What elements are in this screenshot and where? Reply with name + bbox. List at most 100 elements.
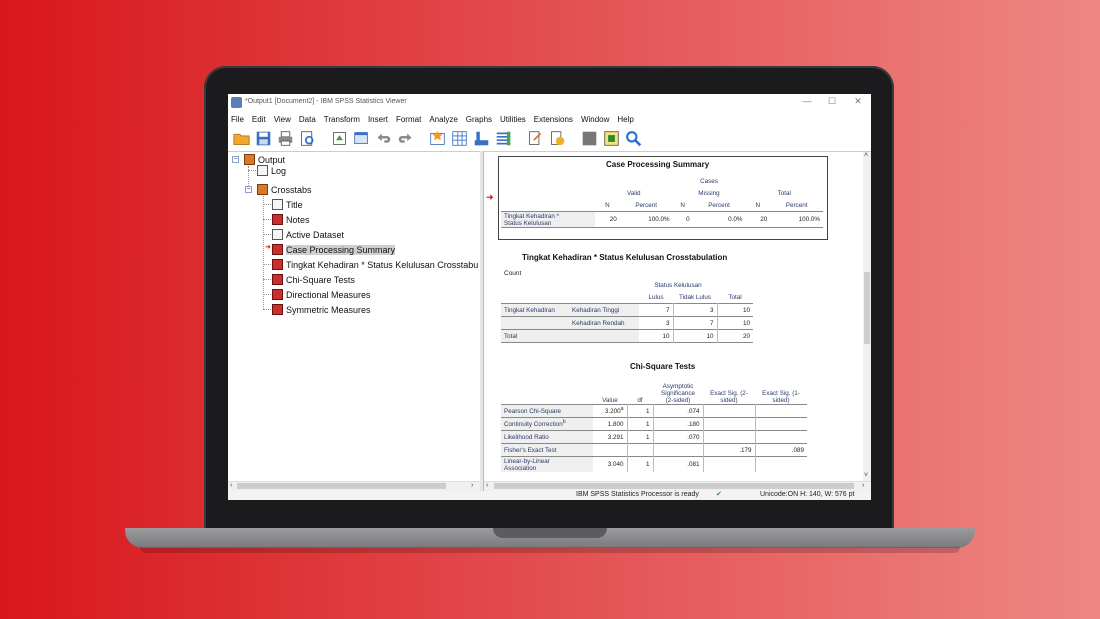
menu-utilities[interactable]: Utilities bbox=[497, 113, 531, 126]
close-button[interactable]: ✕ bbox=[851, 96, 865, 107]
menu-file[interactable]: File bbox=[228, 113, 249, 126]
tree-crosstabs[interactable]: Crosstabs bbox=[257, 184, 312, 195]
row-var-label: Tingkat Kehadiran bbox=[501, 303, 569, 317]
goto-data-icon[interactable] bbox=[428, 129, 446, 147]
group-missing: Missing bbox=[698, 189, 720, 197]
cell-tinggi-total: 10 bbox=[742, 306, 750, 314]
group-valid: Valid bbox=[627, 189, 641, 197]
crosstab-table: Status Kelulusan Lulus Tidak Lulus Total… bbox=[501, 279, 753, 343]
row-pearson: Pearson Chi-Square bbox=[501, 404, 593, 418]
tree-log[interactable]: Log bbox=[257, 165, 286, 176]
ready-check-icon: ✔ bbox=[716, 491, 722, 498]
tree-log-label: Log bbox=[271, 165, 287, 176]
tree-symmetric-measures[interactable]: Symmetric Measures bbox=[272, 304, 371, 315]
demote-icon[interactable] bbox=[548, 129, 566, 147]
tree-output-label: Output bbox=[258, 154, 286, 165]
case-processing-title: Case Processing Summary bbox=[606, 160, 710, 169]
menu-extensions[interactable]: Extensions bbox=[531, 113, 578, 126]
scroll-up-icon[interactable]: ˄ bbox=[864, 152, 868, 159]
variables-icon[interactable] bbox=[472, 129, 490, 147]
save-icon[interactable] bbox=[254, 129, 272, 147]
crosstabulation-icon bbox=[272, 259, 283, 270]
laptop-notch bbox=[493, 528, 607, 538]
tree-chi-square[interactable]: Chi-Square Tests bbox=[272, 274, 355, 285]
content-scroll-left-icon[interactable]: ‹ bbox=[486, 482, 488, 489]
pearson-ex1 bbox=[755, 405, 807, 418]
cell-rendah-lulus: 3 bbox=[639, 316, 674, 330]
linear-value: 3.040 bbox=[593, 456, 628, 472]
maximize-button[interactable]: ☐ bbox=[825, 96, 839, 107]
cps-row-label-2: Status Kelulusan bbox=[504, 220, 552, 227]
tree-directional-label: Directional Measures bbox=[286, 289, 371, 300]
window-title: *Output1 [Document2] - IBM SPSS Statisti… bbox=[245, 98, 407, 105]
continuity-ex2 bbox=[703, 417, 756, 431]
promote-icon[interactable] bbox=[526, 129, 544, 147]
symmetric-measures-icon bbox=[272, 304, 283, 315]
status-bar: IBM SPSS Statistics Processor is ready ✔… bbox=[228, 491, 871, 500]
continuity-asym: .180 bbox=[653, 417, 704, 431]
fisher-value bbox=[593, 443, 628, 457]
tree-crosstabs-label: Crosstabs bbox=[271, 184, 312, 195]
show-icon[interactable] bbox=[602, 129, 620, 147]
pearson-value: 3.200a bbox=[593, 404, 628, 418]
cell-tinggi-tidak: 3 bbox=[673, 303, 718, 317]
goto-variable-icon[interactable] bbox=[450, 129, 468, 147]
undo-icon[interactable] bbox=[374, 129, 392, 147]
print-icon[interactable] bbox=[276, 129, 294, 147]
col-total: Total bbox=[728, 293, 742, 301]
spss-app-icon bbox=[231, 97, 242, 108]
continuity-ex1 bbox=[755, 418, 807, 431]
tree-crosstabulation-label: Tingkat Kehadiran * Status Kelulusan Cro… bbox=[286, 259, 479, 270]
outline-hscrollbar[interactable]: ‹ › bbox=[228, 481, 481, 491]
output-expander[interactable]: − bbox=[232, 156, 239, 163]
notes-icon bbox=[272, 214, 283, 225]
crosstabs-book-icon bbox=[257, 184, 268, 195]
tree-notes[interactable]: Notes bbox=[272, 214, 310, 225]
tree-crosstabulation[interactable]: Tingkat Kehadiran * Status Kelulusan Cro… bbox=[272, 259, 478, 270]
scroll-right-icon[interactable]: › bbox=[471, 482, 473, 489]
tree-title[interactable]: Title bbox=[272, 199, 303, 210]
tree-output[interactable]: Output bbox=[244, 154, 285, 165]
col-lulus: Lulus bbox=[648, 293, 664, 301]
menu-graphs[interactable]: Graphs bbox=[463, 113, 497, 126]
tree-active-dataset[interactable]: Active Dataset bbox=[272, 229, 344, 240]
crosstabs-expander[interactable]: − bbox=[245, 186, 252, 193]
menu-window[interactable]: Window bbox=[578, 113, 614, 126]
scroll-down-icon[interactable]: ˅ bbox=[864, 472, 868, 479]
likelihood-value: 3.291 bbox=[593, 430, 628, 444]
recall-dialog-icon[interactable] bbox=[352, 129, 370, 147]
outline-hscroll-thumb[interactable] bbox=[237, 483, 446, 489]
menu-transform[interactable]: Transform bbox=[321, 113, 365, 126]
content-vscroll-thumb[interactable] bbox=[864, 272, 870, 344]
search-icon[interactable] bbox=[624, 129, 642, 147]
menu-format[interactable]: Format bbox=[393, 113, 426, 126]
designate-window-icon[interactable] bbox=[494, 129, 512, 147]
cps-total-pct: 100.0% bbox=[798, 216, 820, 223]
tree-directional-measures[interactable]: Directional Measures bbox=[272, 289, 371, 300]
tree-chi-square-label: Chi-Square Tests bbox=[286, 274, 355, 285]
menu-help[interactable]: Help bbox=[614, 113, 638, 126]
content-hscroll-thumb[interactable] bbox=[494, 483, 854, 489]
scroll-left-icon[interactable]: ‹ bbox=[230, 482, 232, 489]
case-processing-icon bbox=[272, 244, 283, 255]
menu-data[interactable]: Data bbox=[296, 113, 321, 126]
content-hscrollbar[interactable]: ‹ › bbox=[484, 481, 871, 491]
menu-analyze[interactable]: Analyze bbox=[426, 113, 462, 126]
pearson-df: 1 bbox=[627, 404, 654, 418]
cases-header: Cases bbox=[700, 177, 718, 185]
print-preview-icon[interactable] bbox=[298, 129, 316, 147]
content-vscrollbar[interactable]: ˄ ˅ bbox=[863, 152, 871, 481]
content-scroll-right-icon[interactable]: › bbox=[862, 482, 864, 489]
export-icon[interactable] bbox=[330, 129, 348, 147]
collapse-icon[interactable] bbox=[580, 129, 598, 147]
minimize-button[interactable]: — bbox=[800, 96, 814, 106]
hdr-value: Value bbox=[602, 397, 618, 404]
menu-view[interactable]: View bbox=[271, 113, 296, 126]
redo-icon[interactable] bbox=[396, 129, 414, 147]
open-folder-icon[interactable] bbox=[232, 129, 250, 147]
row-continuity: Continuity Correctionb bbox=[501, 417, 593, 431]
cell-rendah-total: 10 bbox=[742, 319, 750, 327]
menu-insert[interactable]: Insert bbox=[365, 113, 393, 126]
menu-edit[interactable]: Edit bbox=[249, 113, 271, 126]
tree-case-processing-summary[interactable]: Case Processing Summary bbox=[272, 244, 396, 255]
